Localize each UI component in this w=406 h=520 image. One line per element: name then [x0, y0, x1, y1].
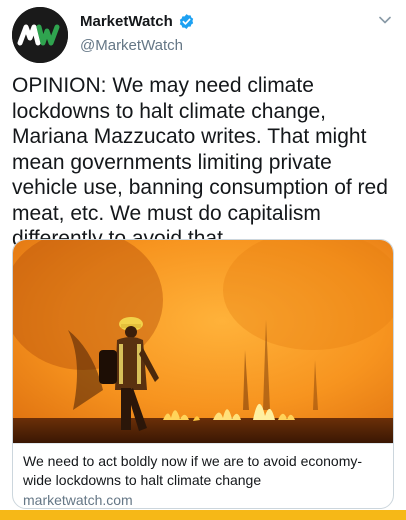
- bottom-accent-bar: [0, 510, 406, 520]
- chevron-down-icon[interactable]: [378, 13, 392, 27]
- name-row: MarketWatch: [80, 11, 195, 31]
- marketwatch-logo: [12, 7, 68, 63]
- tweet-text: OPINION: We may need climate lockdowns t…: [12, 74, 388, 250]
- card-image-firefighter: [13, 240, 393, 443]
- verified-badge-icon: [179, 13, 193, 29]
- card-domain: marketwatch.com: [23, 492, 133, 508]
- display-name[interactable]: MarketWatch: [80, 13, 173, 30]
- card-title: We need to act boldly now if we are to a…: [23, 453, 363, 488]
- card-body: We need to act boldly now if we are to a…: [13, 443, 393, 508]
- tweet-header: MarketWatch @MarketWatch: [12, 7, 394, 63]
- account-handle[interactable]: @MarketWatch: [80, 37, 183, 54]
- tweet: MarketWatch @MarketWatch OPINION: We may…: [0, 0, 406, 520]
- avatar[interactable]: [12, 7, 68, 63]
- link-card[interactable]: We need to act boldly now if we are to a…: [12, 239, 394, 509]
